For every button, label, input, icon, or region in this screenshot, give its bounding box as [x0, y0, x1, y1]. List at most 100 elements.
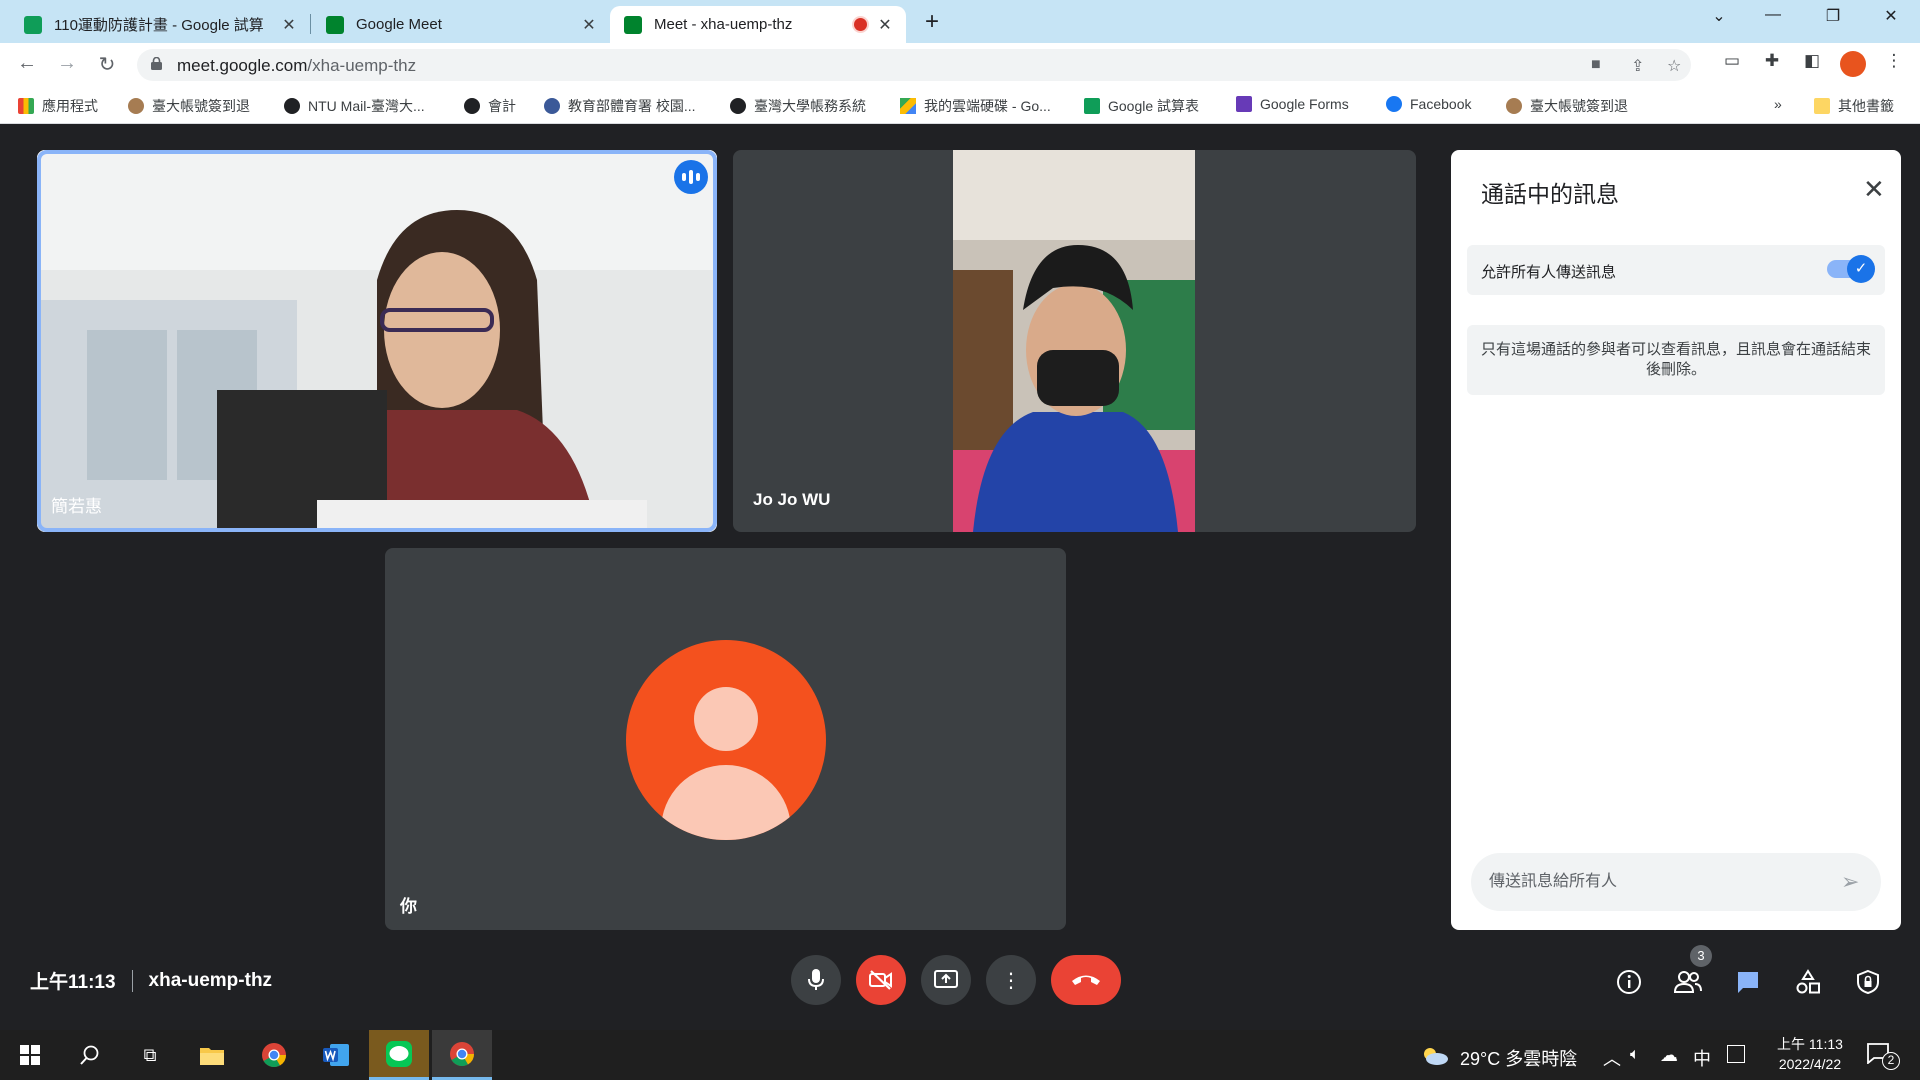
cloudy-weather-icon — [1424, 1048, 1448, 1065]
close-icon[interactable]: ✕ — [876, 15, 894, 35]
hang-up-icon — [1072, 975, 1100, 985]
bookmark-label: 其他書籤 — [1838, 98, 1894, 114]
start-button[interactable] — [0, 1030, 60, 1080]
mic-button[interactable] — [791, 955, 841, 1005]
chrome-icon — [262, 1043, 286, 1068]
participant-name: 你 — [400, 897, 417, 916]
bookmark-forms[interactable]: Google Forms — [1236, 96, 1349, 112]
send-icon[interactable]: ➢ — [1841, 869, 1859, 895]
tab-google-meet[interactable]: Google Meet ✕ — [312, 6, 610, 43]
present-screen-button[interactable] — [921, 955, 971, 1005]
globe-icon — [284, 98, 300, 114]
facebook-icon — [1386, 96, 1402, 112]
volume-icon[interactable]: 🔈︎ — [1630, 1046, 1640, 1064]
close-icon[interactable]: ✕ — [580, 15, 598, 35]
leave-call-button[interactable] — [1051, 955, 1121, 1005]
windows-logo-icon — [20, 1045, 40, 1065]
chrome-taskbar-button[interactable] — [244, 1030, 304, 1080]
ntu-seal-icon — [1506, 98, 1522, 114]
bookmark-label: 會計 — [488, 98, 516, 114]
back-button[interactable]: ← — [14, 52, 40, 75]
other-bookmarks-folder[interactable]: 其他書籤 — [1814, 96, 1894, 116]
ministry-logo-icon — [544, 98, 560, 114]
active-speaker-outline — [37, 150, 717, 532]
word-taskbar-button[interactable] — [306, 1030, 366, 1080]
tab-sheets[interactable]: 110運動防護計畫 - Google 試算 ✕ — [10, 6, 310, 43]
ime-indicator[interactable]: 中 — [1693, 1045, 1711, 1071]
close-icon[interactable]: ✕ — [1863, 174, 1885, 205]
tab-search-icon[interactable]: ⌄ — [1704, 6, 1734, 26]
allow-messages-row: 允許所有人傳送訊息 ✓ — [1467, 245, 1885, 295]
people-button[interactable] — [1672, 966, 1704, 998]
search-button[interactable] — [60, 1030, 120, 1080]
line-taskbar-button[interactable] — [369, 1030, 429, 1080]
more-options-button[interactable]: ⋮ — [986, 955, 1036, 1005]
allow-messages-toggle[interactable]: ✓ — [1827, 255, 1875, 283]
minimize-button[interactable]: — — [1758, 6, 1788, 24]
profile-avatar[interactable] — [1840, 51, 1866, 77]
chat-icon — [1738, 972, 1758, 993]
bookmark-accounting[interactable]: 會計 — [464, 96, 516, 116]
activities-button[interactable] — [1792, 966, 1824, 998]
clock-date: 2022/4/22 — [1778, 1056, 1842, 1072]
close-icon[interactable]: ✕ — [280, 15, 298, 35]
host-controls-button[interactable] — [1852, 966, 1884, 998]
tab-strip: 110運動防護計畫 - Google 試算 ✕ Google Meet ✕ Me… — [0, 0, 1920, 43]
message-input[interactable] — [1489, 865, 1829, 899]
tab-title: Meet - xha-uemp-thz — [654, 16, 793, 33]
camera-icon[interactable]: ■ — [1591, 56, 1601, 74]
forms-icon — [1236, 96, 1252, 112]
new-tab-button[interactable]: + — [925, 8, 939, 36]
bookmark-facebook[interactable]: Facebook — [1386, 96, 1471, 112]
extensions-icon[interactable]: ✚ — [1760, 51, 1784, 71]
bookmarks-overflow-button[interactable]: » — [1774, 96, 1782, 112]
camera-off-button[interactable] — [856, 955, 906, 1005]
bookmark-label: Facebook — [1410, 96, 1472, 112]
camera-off-icon — [869, 970, 892, 990]
participant-video — [953, 150, 1195, 532]
chrome-active-window-button[interactable] — [432, 1030, 492, 1080]
task-view-button[interactable]: ⧉ — [120, 1030, 180, 1080]
tray-chevron-icon[interactable]: ︿ — [1603, 1045, 1621, 1071]
message-composer: ➢ — [1471, 853, 1881, 911]
bookmark-sheets[interactable]: Google 試算表 — [1084, 96, 1199, 116]
bookmark-ntu-checkin-2[interactable]: 臺大帳號簽到退 — [1506, 96, 1628, 116]
side-panel-icon[interactable]: ◧ — [1800, 51, 1824, 71]
bookmark-drive[interactable]: 我的雲端硬碟 - Go... — [900, 96, 1051, 116]
forward-button[interactable]: → — [54, 52, 80, 75]
weather-text: 29°C 多雲時陰 — [1460, 1049, 1578, 1069]
system-clock[interactable]: 上午 11:13 2022/4/22 — [1765, 1034, 1855, 1074]
meeting-time: 上午11:13 — [30, 972, 116, 993]
ime-mode-icon[interactable] — [1727, 1045, 1745, 1063]
file-explorer-button[interactable] — [182, 1030, 242, 1080]
omnibox[interactable]: meet.google.com/xha-uemp-thz ■ ⇪ ☆ — [137, 49, 1691, 81]
cast-icon[interactable]: ▭ — [1720, 51, 1744, 71]
restore-button[interactable]: ❐ — [1818, 6, 1848, 26]
info-icon — [1617, 970, 1641, 994]
menu-kebab-icon[interactable]: ⋮ — [1882, 51, 1906, 71]
bookmark-apps[interactable]: 應用程式 — [18, 96, 98, 116]
bookmark-sports-admin[interactable]: 教育部體育署 校園... — [544, 96, 696, 116]
bookmark-ntu-checkin[interactable]: 臺大帳號簽到退 — [128, 96, 250, 116]
sheets-icon — [1084, 98, 1100, 114]
avatar-head — [694, 687, 758, 751]
reload-button[interactable]: ↻ — [94, 52, 120, 77]
notification-center-button[interactable]: 2 — [1866, 1040, 1906, 1072]
tab-meet-call[interactable]: Meet - xha-uemp-thz ✕ — [610, 6, 906, 43]
line-app-icon — [386, 1040, 412, 1067]
weather-widget[interactable]: 29°C 多雲時陰 — [1420, 1030, 1586, 1080]
bookmark-star-icon[interactable]: ☆ — [1667, 56, 1681, 76]
meeting-info-button[interactable] — [1613, 966, 1645, 998]
notification-count-badge: 2 — [1882, 1052, 1900, 1070]
participant-tile-2[interactable]: Jo Jo WU — [733, 150, 1416, 532]
share-icon[interactable]: ⇪ — [1631, 56, 1644, 76]
participant-name: Jo Jo WU — [753, 490, 831, 509]
globe-icon — [464, 98, 480, 114]
onedrive-icon[interactable]: ☁ — [1660, 1045, 1678, 1066]
bookmark-ntu-finance[interactable]: 臺灣大學帳務系統 — [730, 96, 866, 116]
avatar-body — [661, 765, 791, 840]
close-window-button[interactable]: ✕ — [1876, 6, 1906, 26]
chat-button[interactable] — [1732, 966, 1764, 998]
lock-icon[interactable] — [151, 57, 162, 70]
bookmark-ntu-mail[interactable]: NTU Mail-臺灣大... — [284, 96, 425, 116]
